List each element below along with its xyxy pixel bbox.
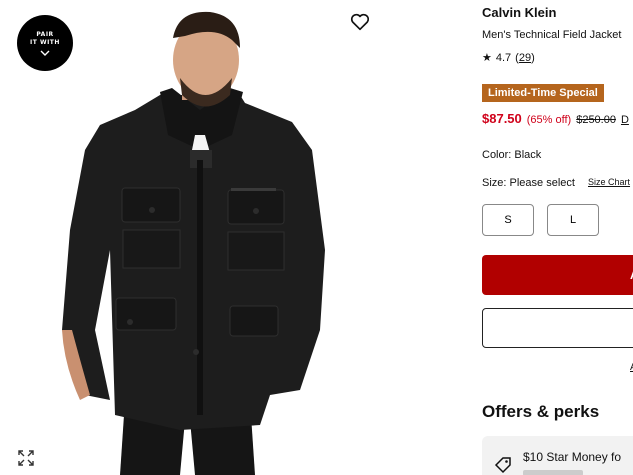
percent-off: (65% off) — [526, 114, 572, 126]
offers-title: Offers & perks — [482, 402, 600, 421]
size-chart-link[interactable]: Size Chart — [588, 177, 630, 187]
promo-badge: Limited-Time Special — [482, 84, 604, 102]
color-selector-label: Color: Black — [482, 149, 541, 161]
size-value: Please select — [509, 177, 575, 189]
review-count[interactable]: 29 — [519, 52, 531, 64]
pair-badge-line2: IT WITH — [30, 38, 60, 46]
size-label: Size: — [482, 177, 507, 189]
pair-it-with-button[interactable]: PAIR IT WITH — [17, 15, 73, 71]
product-rating: ★ 4.7 (29) — [482, 51, 535, 65]
product-image[interactable] — [0, 0, 380, 475]
price-row: $87.50 (65% off) $250.00 D — [482, 111, 633, 126]
expand-icon[interactable] — [17, 449, 35, 467]
pair-badge-line1: PAIR — [36, 30, 54, 38]
price-details-link[interactable]: D — [621, 114, 629, 126]
chevron-down-icon — [40, 50, 50, 56]
color-value: Black — [514, 149, 542, 161]
original-price: $250.00 — [576, 114, 616, 126]
size-selector-label: Size: Please select Size Chart — [482, 177, 633, 189]
review-count-link[interactable]: (29) — [515, 52, 535, 64]
offer-card[interactable]: $10 Star Money fo — [482, 436, 633, 475]
offer-subtext — [523, 470, 583, 475]
size-option-l[interactable]: L — [547, 204, 599, 236]
product-name: Men's Technical Field Jacket — [482, 29, 622, 41]
product-info-panel: Calvin Klein Men's Technical Field Jacke… — [482, 0, 633, 475]
add-to-list-button[interactable] — [482, 308, 633, 348]
heart-icon[interactable] — [349, 11, 371, 33]
rating-score: 4.7 — [495, 51, 512, 64]
sale-price: $87.50 — [482, 111, 522, 126]
color-label: Color: — [482, 149, 512, 161]
size-option-s[interactable]: S — [482, 204, 534, 236]
product-image-gallery[interactable]: PAIR IT WITH — [0, 0, 380, 475]
star-icon: ★ — [482, 52, 492, 64]
tag-icon — [494, 457, 511, 474]
offer-text: $10 Star Money fo — [523, 450, 622, 464]
add-to-bag-button[interactable]: A — [482, 255, 633, 295]
brand-name[interactable]: Calvin Klein — [482, 5, 556, 20]
product-page: PAIR IT WITH Calvin Klein Men's Technica… — [0, 0, 633, 475]
